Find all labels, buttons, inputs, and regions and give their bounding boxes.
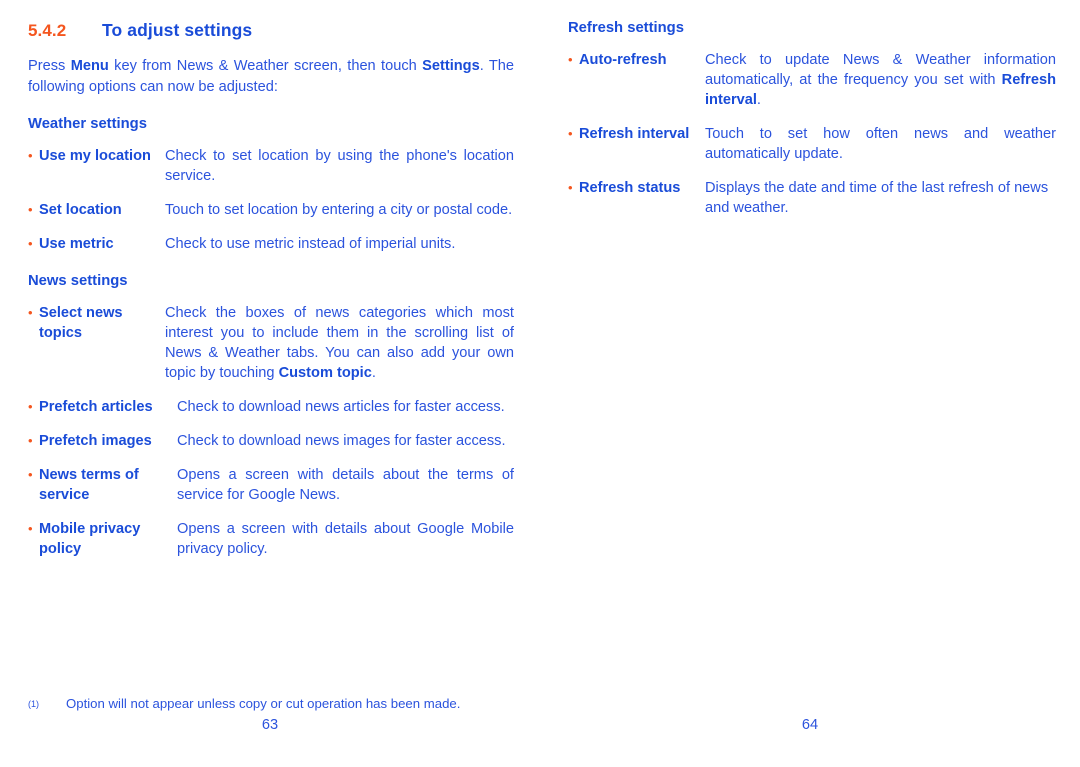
manual-page-spread: 5.4.2 To adjust settings Press Menu key … [0,0,1080,767]
desc-bold-custom-topic: Custom topic [278,365,372,381]
definition-description: Check to use metric instead of imperial … [165,236,456,252]
definition-description: Check the boxes of news categories which… [165,303,514,383]
refresh-settings-heading: Refresh settings [568,20,684,36]
news-settings-heading: News settings [28,273,128,289]
bullet-icon: • [28,399,33,414]
definition-description: Touch to set how often news and weather … [705,126,1056,162]
definition-term: Select news topics [39,305,123,341]
definition-row: • Refresh interval Touch to set how ofte… [568,124,1058,164]
intro-text-1: Press [28,58,71,74]
bullet-icon: • [28,148,33,163]
definition-row: • Refresh status Displays the date and t… [568,178,1058,218]
definition-row: • Auto-refresh Check to update News & We… [568,50,1058,110]
definition-description: Touch to set location by entering a city… [165,202,513,218]
definition-term: Auto-refresh [579,52,667,68]
definition-row: • Set location Touch to set location by … [28,200,518,220]
definition-term: Set location [39,202,122,218]
bullet-icon: • [568,52,573,67]
intro-bold-settings: Settings [422,58,480,74]
definition-term: Refresh status [579,180,681,196]
definition-description: Opens a screen with details about the te… [177,467,514,503]
definition-row: • Prefetch articles Check to download ne… [28,397,518,417]
section-heading: 5.4.2 To adjust settings [28,20,518,41]
page-number-left: 63 [261,717,279,733]
bullet-icon: • [28,305,33,320]
section-number: 5.4.2 [28,21,67,40]
definition-term: Prefetch articles [39,399,153,415]
bullet-icon: • [28,521,33,536]
definition-description: Check to update News & Weather informati… [705,50,1056,110]
weather-settings-heading: Weather settings [28,116,147,132]
definition-description: Opens a screen with details about Google… [177,521,514,557]
definition-row: • Mobile privacy policy Opens a screen w… [28,519,518,559]
bullet-icon: • [568,180,573,195]
definition-row: • Use metric Check to use metric instead… [28,234,518,254]
page-number-right: 64 [801,717,819,733]
intro-text-2: key from News & Weather screen, then tou… [108,58,423,74]
intro-paragraph: Press Menu key from News & Weather scree… [28,56,514,97]
left-page-column: 5.4.2 To adjust settings Press Menu key … [28,0,518,559]
desc-text-2: . [756,92,761,108]
definition-row: • Use my location Check to set location … [28,146,518,186]
footnote-text: Option will not appear unless copy or cu… [66,696,461,711]
definition-term: Use my location [39,148,151,164]
definition-description: Check to download news images for faster… [177,433,506,449]
bullet-icon: • [568,126,573,141]
right-page-column: Refresh settings • Auto-refresh Check to… [568,0,1058,218]
desc-text-2: . [371,365,376,381]
intro-bold-menu: Menu [70,58,109,74]
footnote: (1) Option will not appear unless copy o… [28,695,528,713]
definition-description: Check to set location by using the phone… [165,148,514,184]
section-title: To adjust settings [102,20,253,40]
definition-row: • Prefetch images Check to download news… [28,431,518,451]
definition-term: Prefetch images [39,433,152,449]
definition-row: • Select news topics Check the boxes of … [28,303,518,383]
definition-term: Mobile privacy policy [39,521,141,557]
definition-term: Use metric [39,236,114,252]
bullet-icon: • [28,202,33,217]
definition-row: • News terms of service Opens a screen w… [28,465,518,505]
bullet-icon: • [28,433,33,448]
bullet-icon: • [28,467,33,482]
definition-description: Check to download news articles for fast… [177,399,505,415]
footnote-marker: (1) [28,699,39,709]
definition-term: Refresh interval [579,126,690,142]
definition-term: News terms of service [39,467,139,503]
definition-description: Displays the date and time of the last r… [705,180,1049,216]
bullet-icon: • [28,236,33,251]
